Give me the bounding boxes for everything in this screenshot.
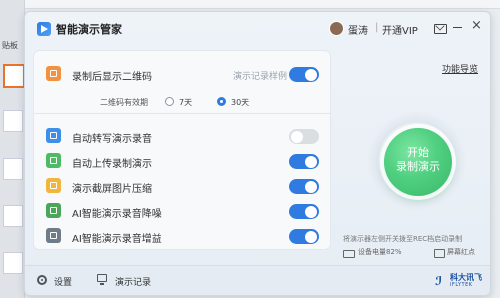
avatar[interactable] — [329, 21, 344, 36]
start-recording-label[interactable]: 开始 录制演示 — [384, 146, 452, 174]
minimize-icon[interactable] — [453, 27, 462, 28]
image-compress-icon — [46, 178, 61, 193]
qr-settings: 录制后显示二维码 演示记录样例 二维码有效期 7天 30天 — [34, 51, 330, 114]
demo-records-button[interactable]: 演示记录 — [115, 275, 151, 288]
recording-hint: 将演示器左侧开关拨至REC档启动录制 — [343, 235, 463, 243]
setting-label: AI智能演示录音增益 — [72, 234, 162, 245]
setting-label: AI智能演示录音降噪 — [72, 209, 162, 220]
qr-row: 录制后显示二维码 演示记录样例 — [34, 61, 330, 87]
compress-toggle[interactable] — [289, 179, 319, 194]
setting-row-gain: AI智能演示录音增益 — [34, 223, 330, 249]
app-title: 智能演示管家 — [56, 23, 122, 36]
battery-icon — [343, 250, 355, 258]
brand-sub: IFLYTEK — [450, 282, 473, 288]
transcribe-icon — [46, 128, 61, 143]
setting-row-compress: 演示截屏图片压缩 — [34, 173, 330, 199]
screen-icon — [434, 249, 445, 258]
radio-30-days[interactable] — [217, 97, 226, 106]
start-label-line2[interactable]: 录制演示 — [384, 160, 452, 174]
setting-label: 自动转写演示录音 — [72, 134, 152, 145]
denoise-toggle[interactable] — [289, 204, 319, 219]
upload-toggle[interactable] — [289, 154, 319, 169]
start-label-line1[interactable]: 开始 — [384, 146, 452, 160]
settings-panel: 录制后显示二维码 演示记录样例 二维码有效期 7天 30天 自动转写演示录音 自… — [33, 50, 331, 250]
background-app-toolbar — [0, 0, 500, 9]
setting-label: 演示截屏图片压缩 — [72, 184, 152, 195]
setting-label: 自动上传录制演示 — [72, 159, 152, 170]
demo-sample-link[interactable]: 演示记录样例 — [233, 69, 287, 82]
ai-gain-icon — [46, 228, 61, 243]
slide-thumbnail[interactable] — [3, 252, 23, 274]
settings-button[interactable]: 设置 — [54, 275, 72, 288]
qr-validity-label: 二维码有效期 — [100, 98, 148, 107]
feature-guide-link[interactable]: 功能导览 — [442, 62, 478, 75]
setting-row-transcribe: 自动转写演示录音 — [34, 123, 330, 149]
app-logo-icon — [37, 22, 51, 36]
transcribe-toggle[interactable] — [289, 129, 319, 144]
gear-icon[interactable] — [37, 275, 47, 285]
setting-row-upload: 自动上传录制演示 — [34, 148, 330, 174]
ai-denoise-icon — [46, 203, 61, 218]
slide-thumbnail[interactable] — [3, 205, 23, 227]
radio-7-days[interactable] — [165, 97, 174, 106]
username[interactable]: 蛋涛 — [348, 22, 368, 37]
footer-bar: 设置 演示记录 ℐ 科大讯飞 IFLYTEK — [25, 265, 490, 295]
background-tab-label: 贴板 — [2, 41, 18, 50]
radio-30-days-label[interactable]: 30天 — [231, 97, 249, 108]
title-bar: 智能演示管家 蛋涛 | 开通VIP × — [25, 12, 490, 46]
slide-thumbnail[interactable] — [3, 64, 25, 88]
iflytek-logo-icon: ℐ — [435, 274, 443, 288]
open-vip-link[interactable]: 开通VIP — [382, 22, 418, 37]
smart-presentation-window: 智能演示管家 蛋涛 | 开通VIP × 录制后显示二维码 演示记录样例 二维码有… — [24, 11, 491, 296]
setting-row-denoise: AI智能演示录音降噪 — [34, 198, 330, 224]
radio-7-days-label[interactable]: 7天 — [179, 97, 192, 108]
slide-thumbnail[interactable] — [3, 158, 23, 180]
gain-toggle[interactable] — [289, 229, 319, 244]
slide-thumbnail[interactable] — [3, 110, 23, 132]
upload-icon — [46, 153, 61, 168]
title-separator: | — [375, 22, 379, 33]
qr-code-icon — [46, 66, 61, 81]
qr-label: 录制后显示二维码 — [72, 72, 152, 83]
monitor-icon[interactable] — [97, 274, 107, 285]
qr-toggle[interactable] — [289, 67, 319, 82]
mail-icon[interactable] — [434, 24, 447, 34]
close-icon[interactable]: × — [471, 19, 482, 32]
battery-status: 设备电量82% — [358, 248, 402, 256]
screen-dot-status: 屏幕红点 — [447, 248, 475, 256]
